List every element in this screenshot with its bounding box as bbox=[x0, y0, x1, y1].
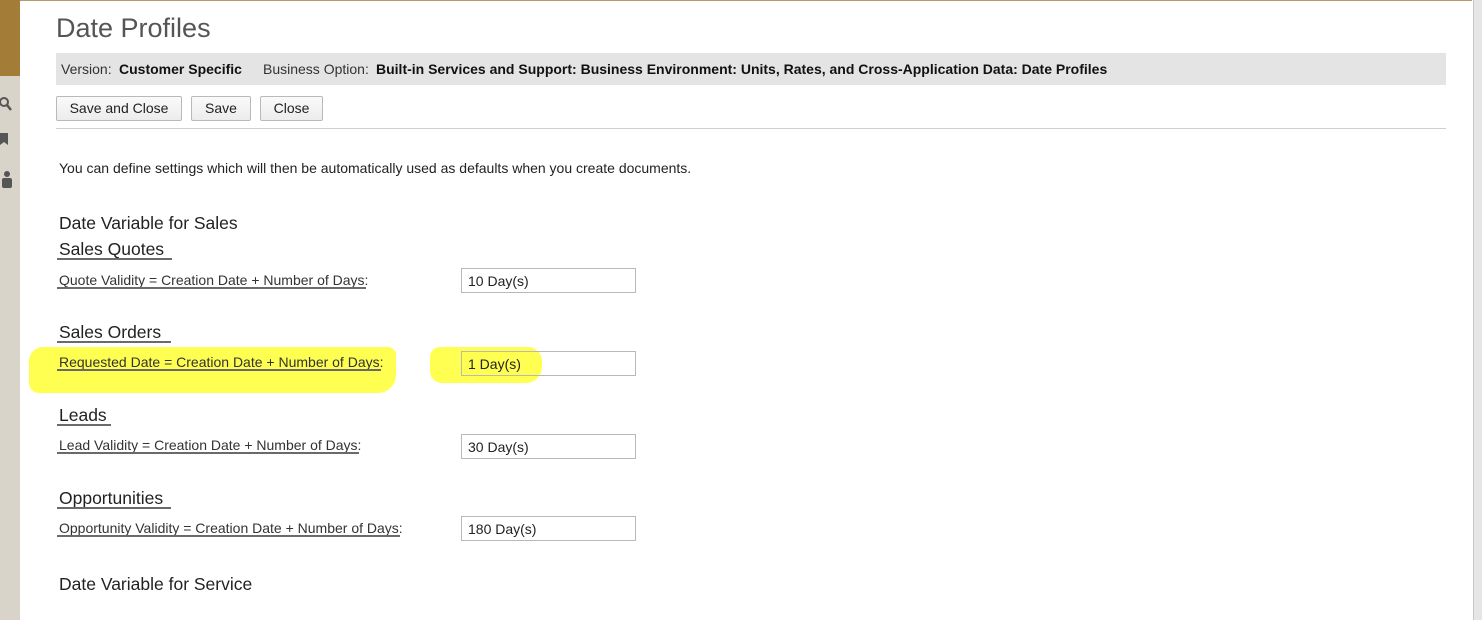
section-title-service: Date Variable for Service bbox=[59, 574, 253, 594]
lead-validity-label: Lead Validity = Creation Date + Number o… bbox=[59, 437, 362, 453]
label-underline bbox=[57, 452, 359, 454]
opportunity-validity-label: Opportunity Validity = Creation Date + N… bbox=[59, 520, 403, 536]
brand-accent-bar bbox=[0, 0, 20, 76]
group-underline bbox=[57, 341, 171, 343]
business-option-value: Built-in Services and Support: Business … bbox=[376, 61, 1108, 77]
page-title: Date Profiles bbox=[56, 13, 211, 43]
save-button[interactable]: Save bbox=[191, 96, 251, 121]
label-underline bbox=[57, 287, 366, 289]
group-underline bbox=[57, 424, 111, 426]
version-value: Customer Specific bbox=[119, 61, 242, 77]
quote-validity-input[interactable] bbox=[461, 268, 636, 293]
info-bar: Version: Customer Specific Business Opti… bbox=[56, 53, 1446, 85]
version-label: Version: bbox=[61, 61, 112, 77]
group-title-leads: Leads bbox=[59, 405, 107, 425]
business-option-label: Business Option: bbox=[263, 61, 369, 77]
date-profiles-dialog: Date Profiles Version: Customer Specific… bbox=[20, 0, 1472, 621]
flag-icon[interactable] bbox=[0, 132, 14, 148]
group-underline bbox=[57, 258, 172, 260]
quote-validity-label: Quote Validity = Creation Date + Number … bbox=[59, 272, 369, 288]
requested-date-input[interactable] bbox=[461, 351, 636, 376]
left-background-strip bbox=[0, 0, 20, 620]
lead-validity-input[interactable] bbox=[461, 434, 636, 459]
intro-text: You can define settings which will then … bbox=[59, 160, 692, 176]
group-underline bbox=[57, 507, 171, 509]
section-title-sales: Date Variable for Sales bbox=[59, 213, 238, 233]
label-underline bbox=[57, 535, 400, 537]
group-title-opportunities: Opportunities bbox=[59, 488, 164, 508]
toolbar-divider bbox=[56, 128, 1446, 129]
close-button[interactable]: Close bbox=[260, 96, 323, 121]
label-underline bbox=[57, 369, 381, 371]
save-and-close-button[interactable]: Save and Close bbox=[56, 96, 182, 121]
right-scroll-edge bbox=[1473, 0, 1482, 620]
requested-date-label: Requested Date = Creation Date + Number … bbox=[59, 354, 384, 370]
search-icon[interactable] bbox=[0, 96, 14, 112]
opportunity-validity-input[interactable] bbox=[461, 516, 636, 541]
group-title-sales-quotes: Sales Quotes bbox=[59, 239, 165, 259]
group-title-sales-orders: Sales Orders bbox=[59, 322, 162, 342]
user-icon[interactable] bbox=[0, 170, 14, 188]
